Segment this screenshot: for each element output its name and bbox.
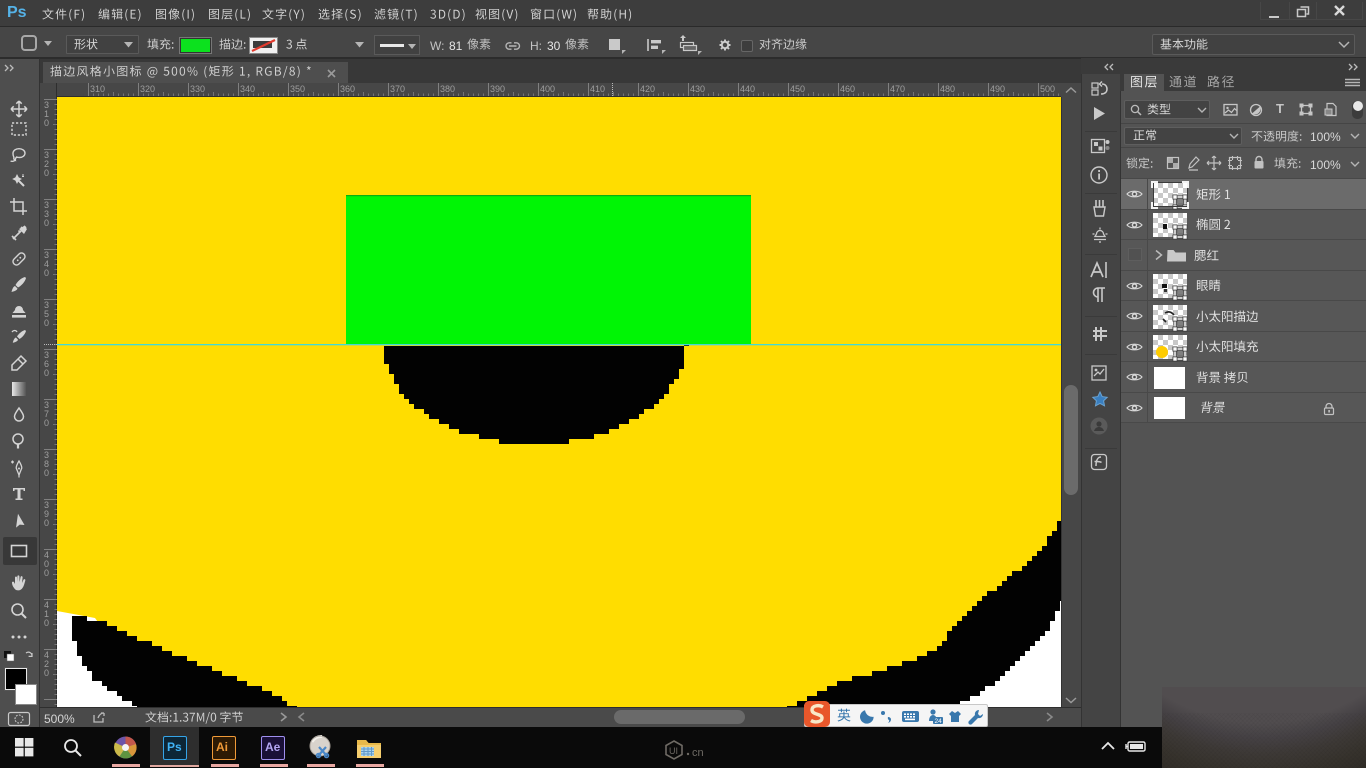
svg-text:24: 24	[935, 718, 943, 725]
svg-text:UI: UI	[669, 746, 678, 756]
svg-text:cn: cn	[692, 747, 704, 759]
